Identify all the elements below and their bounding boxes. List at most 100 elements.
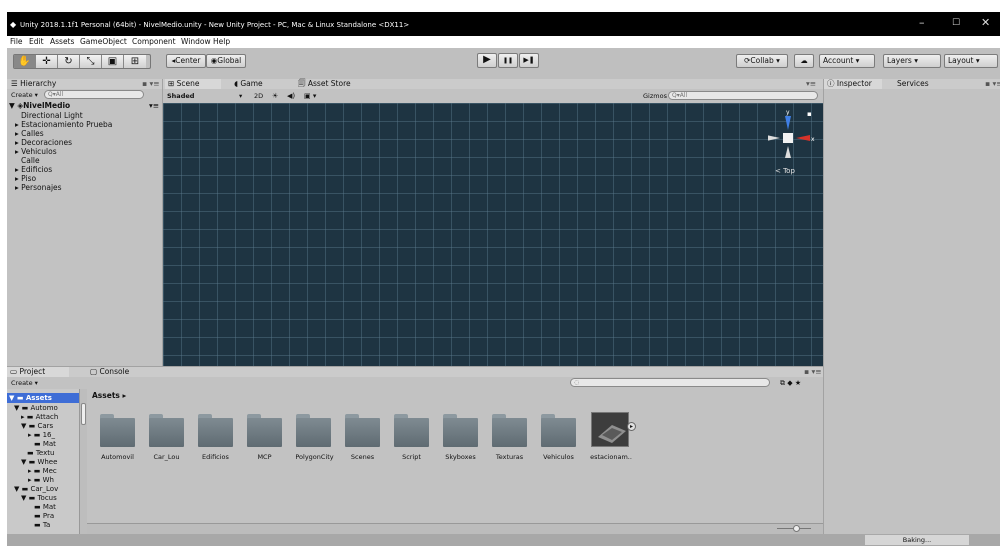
move-tool-icon[interactable]: ✛ xyxy=(36,55,58,68)
folder-icon[interactable] xyxy=(541,414,576,447)
menu-file[interactable]: File xyxy=(10,37,23,46)
play-button[interactable]: ▶ xyxy=(477,53,497,68)
scale-tool-icon[interactable]: ⤡ xyxy=(80,55,102,68)
asset-label[interactable]: Edificios xyxy=(193,453,238,461)
asset-label[interactable]: Script xyxy=(389,453,434,461)
tree-item[interactable]: ▸ ▬ Mec xyxy=(28,467,57,476)
audio-toggle-icon[interactable]: ◀) xyxy=(284,91,298,101)
tab-services[interactable]: Services xyxy=(894,79,932,89)
lock-icon[interactable]: ▪ xyxy=(807,110,812,118)
project-create-button[interactable]: Create ▾ xyxy=(8,378,41,388)
tree-item[interactable]: ▼ ▬ Cars xyxy=(21,422,53,431)
tree-item-assets[interactable]: ▼ ▬ Assets xyxy=(9,394,52,403)
hierarchy-item[interactable]: Calle xyxy=(21,156,40,165)
orientation-gizmo[interactable]: y x ▪ xyxy=(768,108,820,168)
2d-toggle[interactable]: 2D xyxy=(251,91,266,101)
tree-item[interactable]: ▬ Ta xyxy=(34,521,50,530)
inspector-menu-icon[interactable]: ▪ ▾≡ xyxy=(982,79,1000,89)
effects-toggle-icon[interactable]: ▣ ▾ xyxy=(301,91,319,101)
breadcrumb[interactable]: Assets ▸ xyxy=(89,391,129,401)
zoom-slider-thumb[interactable] xyxy=(793,525,800,532)
folder-icon[interactable] xyxy=(198,414,233,447)
gizmo-neg-x-axis[interactable] xyxy=(768,135,780,141)
scene-menu-icon[interactable]: ▾≡ xyxy=(803,79,819,89)
tree-scrollbar-thumb[interactable] xyxy=(81,403,86,425)
asset-label[interactable]: PolygonCity xyxy=(288,453,341,461)
tree-item[interactable]: ▸ ▬ 16_ xyxy=(28,431,55,440)
shading-dropdown[interactable]: Shaded ▾ xyxy=(164,91,248,101)
hierarchy-item[interactable]: ▸ Decoraciones xyxy=(15,138,72,147)
hierarchy-item[interactable]: ▸ Vehiculos xyxy=(15,147,57,156)
collab-button[interactable]: ⟳Collab ▾ xyxy=(736,54,788,68)
tab-project[interactable]: ▭ Project xyxy=(7,367,69,377)
folder-icon[interactable] xyxy=(149,414,184,447)
tree-scrollbar[interactable] xyxy=(79,389,87,534)
tab-game[interactable]: ◖ Game xyxy=(231,79,266,89)
folder-icon[interactable] xyxy=(100,414,135,447)
hierarchy-item[interactable]: ▸ Calles xyxy=(15,129,44,138)
project-search-input[interactable]: ◌ xyxy=(570,378,770,387)
menu-gameobject[interactable]: GameObject xyxy=(80,37,127,46)
pause-button[interactable]: ❚❚ xyxy=(498,53,518,68)
hierarchy-item[interactable]: Directional Light xyxy=(21,111,83,120)
scene-asset-thumbnail[interactable] xyxy=(591,412,629,447)
folder-icon[interactable] xyxy=(345,414,380,447)
tree-item[interactable]: ▬ Mat xyxy=(34,440,56,449)
asset-label[interactable]: Texturas xyxy=(487,453,532,461)
scene-viewport[interactable]: y x ▪ < Top xyxy=(163,103,823,366)
hierarchy-search-input[interactable]: Q▾All xyxy=(44,90,144,99)
close-button[interactable]: ✕ xyxy=(981,16,990,29)
filter-icons[interactable]: ⧉ ◆ ★ xyxy=(777,378,804,388)
tree-item[interactable]: ▼ ▬ Tocus xyxy=(21,494,57,503)
hand-tool-icon[interactable]: ✋ xyxy=(14,55,36,68)
step-button[interactable]: ▶❚ xyxy=(519,53,539,68)
tab-asset-store[interactable]: 🗐 Asset Store xyxy=(295,79,354,89)
asset-label[interactable]: Scenes xyxy=(340,453,385,461)
tab-console[interactable]: ▢ Console xyxy=(87,367,132,377)
expand-prefab-icon[interactable]: ▸ xyxy=(627,422,636,431)
project-menu-icon[interactable]: ▪ ▾≡ xyxy=(801,367,825,377)
gizmo-center[interactable] xyxy=(783,133,793,143)
rect-tool-icon[interactable]: ▣ xyxy=(102,55,124,68)
pivot-global-button[interactable]: ◉Global xyxy=(206,54,246,68)
hierarchy-tab[interactable]: ☰ Hierarchy xyxy=(8,79,59,89)
menu-assets[interactable]: Assets xyxy=(50,37,74,46)
account-dropdown[interactable]: Account ▾ xyxy=(819,54,875,68)
tree-item[interactable]: ▬ Pra xyxy=(34,512,54,521)
asset-label[interactable]: MCP xyxy=(242,453,287,461)
hierarchy-item[interactable]: ▸ Piso xyxy=(15,174,36,183)
tree-item[interactable]: ▼ ▬ Whee xyxy=(21,458,57,467)
scene-search-input[interactable]: Q▾All xyxy=(668,91,818,100)
hierarchy-item[interactable]: ▸ Personajes xyxy=(15,183,62,192)
minimize-button[interactable]: – xyxy=(919,16,925,29)
tree-item[interactable]: ▬ Mat xyxy=(34,503,56,512)
hierarchy-create-button[interactable]: Create ▾ xyxy=(8,90,41,100)
tree-item[interactable]: ▬ Textu xyxy=(27,449,54,458)
tree-item[interactable]: ▼ ▬ Car_Lov xyxy=(14,485,58,494)
asset-label[interactable]: Car_Lou xyxy=(144,453,189,461)
asset-label[interactable]: Vehiculos xyxy=(536,453,581,461)
folder-icon[interactable] xyxy=(296,414,331,447)
hierarchy-item[interactable]: ▸ Edificios xyxy=(15,165,52,174)
gizmo-neg-z-axis[interactable] xyxy=(785,146,791,158)
asset-label[interactable]: Automovil xyxy=(95,453,140,461)
tab-inspector[interactable]: ⓘ Inspector xyxy=(824,79,882,89)
menu-component[interactable]: Component xyxy=(132,37,176,46)
menu-help[interactable]: Help xyxy=(213,37,230,46)
folder-icon[interactable] xyxy=(492,414,527,447)
view-label[interactable]: < Top xyxy=(775,167,795,175)
gizmo-x-axis[interactable] xyxy=(796,135,810,141)
cloud-button[interactable]: ☁ xyxy=(794,54,814,68)
folder-icon[interactable] xyxy=(247,414,282,447)
scene-menu-icon[interactable]: ▾≡ xyxy=(149,101,159,110)
folder-icon[interactable] xyxy=(394,414,429,447)
panel-menu-icon[interactable]: ▪ ▾≡ xyxy=(139,79,163,89)
lighting-toggle-icon[interactable]: ☀ xyxy=(269,91,281,101)
layers-dropdown[interactable]: Layers ▾ xyxy=(883,54,941,68)
pivot-center-button[interactable]: ◂Center xyxy=(166,54,206,68)
tab-scene[interactable]: ⊞ Scene xyxy=(165,79,221,89)
hierarchy-item[interactable]: ▸ Estacionamiento Prueba xyxy=(15,120,112,129)
gizmo-y-axis[interactable] xyxy=(785,116,791,130)
tree-item[interactable]: ▸ ▬ Wh xyxy=(28,476,54,485)
transform-tool-icon[interactable]: ⊞ xyxy=(124,55,146,68)
